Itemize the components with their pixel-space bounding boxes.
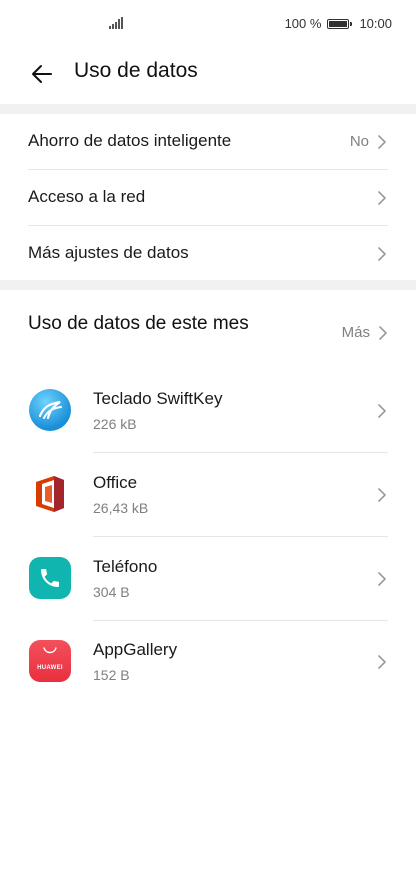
setting-label: Acceso a la red xyxy=(28,187,146,206)
battery-full-icon xyxy=(327,18,353,29)
office-icon xyxy=(29,473,71,515)
clock: 10:00 xyxy=(359,16,392,31)
chevron-right-icon xyxy=(379,325,387,340)
phone-icon xyxy=(29,557,71,599)
app-row-office[interactable]: Office 26,43 kB xyxy=(0,453,416,537)
setting-value: No xyxy=(349,133,369,150)
app-usage: 26,43 kB xyxy=(93,500,149,516)
page-title: Uso de datos xyxy=(74,59,198,82)
battery-percent: 100 % xyxy=(284,16,322,31)
app-name: AppGallery xyxy=(93,640,178,659)
more-button[interactable]: Más xyxy=(342,324,388,341)
status-bar: 100 % 10:00 xyxy=(0,0,416,48)
app-usage: 226 kB xyxy=(93,416,137,432)
signal-bars-icon xyxy=(109,17,123,29)
setting-label: Ahorro de datos inteligente xyxy=(28,131,232,150)
chevron-right-icon xyxy=(378,655,386,669)
app-usage: 152 B xyxy=(93,667,130,683)
appgallery-icon-text: HUAWEI xyxy=(37,665,63,671)
more-label: Más xyxy=(341,324,370,341)
setting-more-data-settings[interactable]: Más ajustes de datos xyxy=(0,226,416,282)
setting-smart-data-saver[interactable]: Ahorro de datos inteligente No xyxy=(0,114,416,170)
chevron-right-icon xyxy=(378,404,386,418)
app-name: Office xyxy=(93,473,138,492)
app-row-appgallery[interactable]: HUAWEI AppGallery 152 B xyxy=(0,620,416,704)
section-title: Uso de datos de este mes xyxy=(28,313,249,334)
appgallery-icon: HUAWEI xyxy=(29,640,71,682)
chevron-right-icon xyxy=(378,135,386,149)
settings-list: Ahorro de datos inteligente No Acceso a … xyxy=(0,114,416,282)
chevron-right-icon xyxy=(378,572,386,586)
chevron-right-icon xyxy=(378,191,386,205)
arrow-left-icon xyxy=(32,65,52,83)
chevron-right-icon xyxy=(378,488,386,502)
app-name: Teléfono xyxy=(93,557,158,576)
section-divider xyxy=(0,280,416,290)
app-usage: 304 B xyxy=(93,584,130,600)
setting-label: Más ajustes de datos xyxy=(28,243,189,262)
section-divider xyxy=(0,104,416,114)
chevron-right-icon xyxy=(378,247,386,261)
app-row-phone[interactable]: Teléfono 304 B xyxy=(0,537,416,621)
swiftkey-icon xyxy=(29,389,71,431)
app-header: Uso de datos xyxy=(0,48,416,100)
app-name: Teclado SwiftKey xyxy=(93,389,223,408)
back-button[interactable] xyxy=(24,56,60,92)
setting-network-access[interactable]: Acceso a la red xyxy=(0,170,416,226)
app-row-swiftkey[interactable]: Teclado SwiftKey 226 kB xyxy=(0,369,416,453)
